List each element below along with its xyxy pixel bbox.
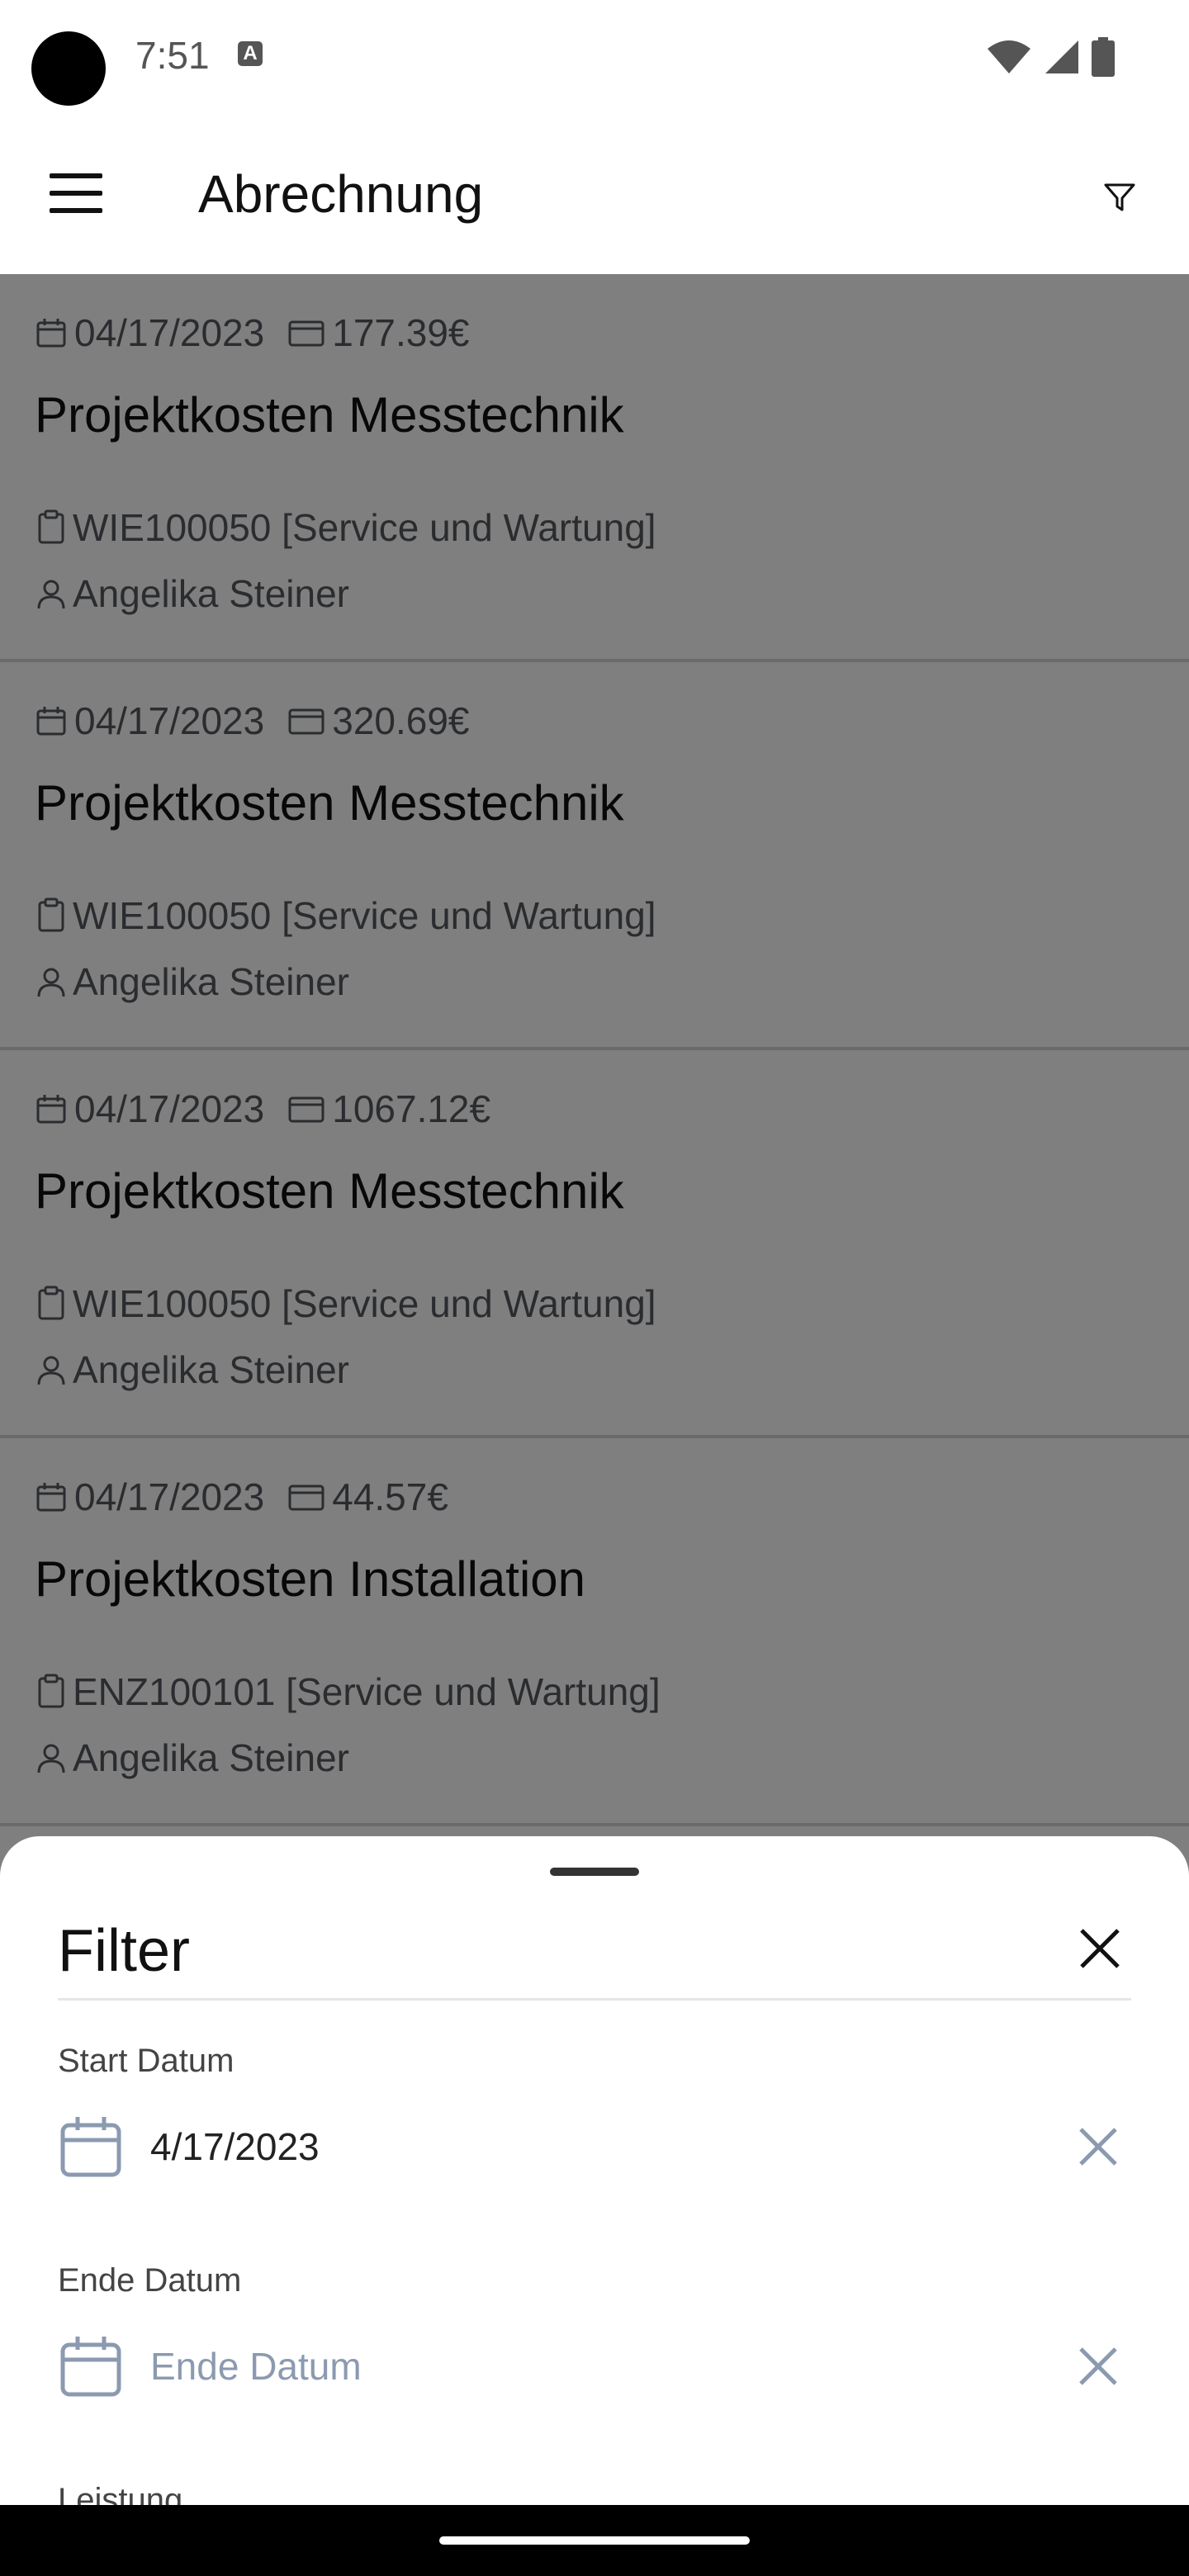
start-date-value[interactable]: 4/17/2023: [150, 2124, 1065, 2169]
calendar-icon: [60, 2337, 121, 2397]
hamburger-line: [50, 191, 102, 196]
filter-icon: [1104, 183, 1135, 211]
clear-icon: [1079, 2347, 1117, 2385]
page-title: Abrechnung: [198, 164, 484, 224]
close-button[interactable]: [1068, 1917, 1131, 1980]
hamburger-menu-icon: [50, 173, 102, 178]
sheet-drag-handle[interactable]: [550, 1868, 639, 1876]
clear-start-date-button[interactable]: [1065, 2114, 1131, 2180]
end-date-field[interactable]: Ende Datum: [58, 2325, 1131, 2408]
filter-sheet: Filter Start Datum 4/17/2023 Ende Datum …: [0, 1836, 1189, 2505]
home-gesture-pill[interactable]: [439, 2536, 750, 2545]
sheet-divider: [58, 1998, 1131, 2001]
filter-button[interactable]: [1083, 162, 1156, 234]
close-icon: [1080, 1929, 1120, 1968]
sheet-title: Filter: [58, 1918, 190, 1984]
clear-end-date-button[interactable]: [1065, 2333, 1131, 2399]
start-date-field[interactable]: 4/17/2023: [58, 2105, 1131, 2188]
calendar-icon: [60, 2117, 121, 2177]
clear-icon: [1079, 2128, 1117, 2166]
app-bar: Abrechnung: [0, 116, 1189, 274]
start-date-label: Start Datum: [58, 2043, 234, 2079]
status-icons: [986, 36, 1115, 78]
signal-icon: [1045, 40, 1078, 73]
camera-cutout: [31, 31, 106, 106]
status-time: 7:51: [135, 34, 210, 77]
menu-button[interactable]: [40, 157, 112, 230]
navigation-bar: [0, 2505, 1189, 2576]
status-bar: 7:51 A: [0, 0, 1189, 116]
end-date-placeholder[interactable]: Ende Datum: [150, 2344, 1065, 2389]
hamburger-line: [50, 208, 102, 213]
notification-icon: A: [238, 41, 263, 66]
battery-icon: [1092, 37, 1115, 77]
end-date-label: Ende Datum: [58, 2262, 242, 2299]
service-label: Leistung: [58, 2482, 183, 2505]
wifi-icon: [988, 40, 1030, 73]
